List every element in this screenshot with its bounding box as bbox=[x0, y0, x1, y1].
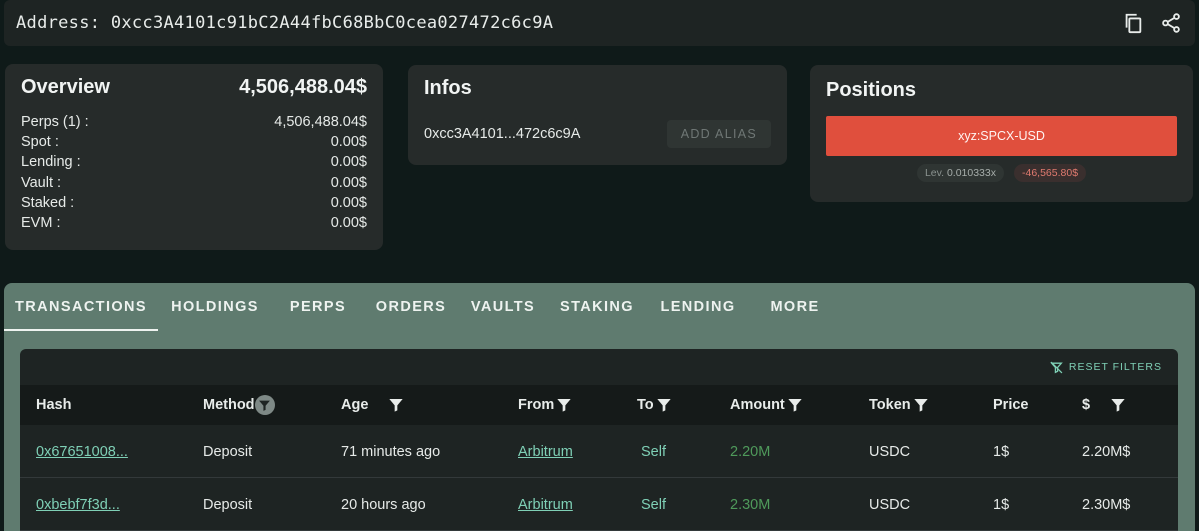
tab-orders[interactable]: ORDERS bbox=[364, 283, 458, 331]
tab-transactions[interactable]: TRANSACTIONS bbox=[4, 283, 158, 331]
tab-holdings[interactable]: HOLDINGS bbox=[158, 283, 272, 331]
table-row: 0xbebf7f3d... Deposit 20 hours ago Arbit… bbox=[20, 478, 1178, 531]
infos-address: 0xcc3A4101...472c6c9A bbox=[424, 126, 581, 142]
overview-total: 4,506,488.04$ bbox=[239, 76, 367, 98]
overview-row-vault: Vault : 0.00$ bbox=[21, 173, 367, 193]
table-row: 0x67651008... Deposit 71 minutes ago Arb… bbox=[20, 425, 1178, 478]
to-filter-icon[interactable] bbox=[656, 397, 672, 413]
overview-value: 0.00$ bbox=[330, 214, 367, 231]
tab-more[interactable]: MORE bbox=[750, 283, 840, 331]
token-filter-icon[interactable] bbox=[913, 397, 929, 413]
overview-row-evm: EVM : 0.00$ bbox=[21, 213, 367, 233]
token-cell: USDC bbox=[869, 496, 911, 513]
position-chips: Lev. 0.010333x -46,565.80$ bbox=[826, 164, 1177, 182]
add-alias-button[interactable]: ADD ALIAS bbox=[666, 120, 771, 148]
hash-link[interactable]: 0x67651008... bbox=[36, 425, 128, 478]
filter-off-icon bbox=[1050, 361, 1063, 373]
column-method: Method bbox=[203, 385, 275, 425]
amount-filter-icon[interactable] bbox=[787, 397, 803, 413]
positions-card: Positions xyz:SPCX-USD Lev. 0.010333x -4… bbox=[810, 65, 1193, 202]
overview-value: 0.00$ bbox=[330, 174, 367, 191]
overview-label: Spot : bbox=[21, 134, 59, 151]
overview-title: Overview bbox=[21, 76, 110, 98]
hash-link[interactable]: 0xbebf7f3d... bbox=[36, 478, 120, 531]
column-to: To bbox=[637, 385, 672, 425]
column-amount: Amount bbox=[730, 385, 803, 425]
overview-label: Vault : bbox=[21, 174, 62, 191]
usd-cell: 2.30M$ bbox=[1082, 496, 1131, 513]
tab-lending[interactable]: LENDING bbox=[646, 283, 750, 331]
age-filter-icon[interactable] bbox=[388, 397, 404, 413]
overview-rows: Perps (1) : 4,506,488.04$ Spot : 0.00$ L… bbox=[21, 112, 367, 233]
amount-cell: 2.30M bbox=[730, 496, 771, 513]
overview-label: Perps (1) : bbox=[21, 114, 89, 130]
overview-value: 4,506,488.04$ bbox=[274, 114, 367, 130]
infos-title: Infos bbox=[424, 77, 472, 99]
method-filter-icon[interactable] bbox=[254, 395, 275, 415]
column-age: Age bbox=[341, 385, 404, 425]
overview-row-staked: Staked : 0.00$ bbox=[21, 193, 367, 213]
tab-perps[interactable]: PERPS bbox=[272, 283, 364, 331]
transactions-table: RESET FILTERS Hash Method Age From To Am… bbox=[20, 349, 1178, 531]
column-from: From bbox=[518, 385, 572, 425]
tabs-panel: TRANSACTIONS HOLDINGS PERPS ORDERS VAULT… bbox=[4, 283, 1195, 531]
column-price: Price bbox=[993, 397, 1029, 413]
tab-staking[interactable]: STAKING bbox=[548, 283, 646, 331]
overview-label: Staked : bbox=[21, 194, 75, 211]
overview-value: 0.00$ bbox=[330, 194, 367, 211]
reset-filters-label: RESET FILTERS bbox=[1068, 361, 1162, 373]
usd-cell: 2.20M$ bbox=[1082, 443, 1131, 460]
usd-filter-icon[interactable] bbox=[1110, 397, 1126, 413]
positions-title: Positions bbox=[826, 79, 917, 101]
method-cell: Deposit bbox=[203, 496, 253, 513]
leverage-value: 0.010333x bbox=[946, 167, 996, 179]
token-cell: USDC bbox=[869, 443, 911, 460]
leverage-label: Lev. bbox=[924, 167, 945, 179]
infos-card: Infos 0xcc3A4101...472c6c9A ADD ALIAS bbox=[408, 65, 787, 165]
pnl-chip: -46,565.80$ bbox=[1013, 164, 1087, 182]
position-bar[interactable]: xyz:SPCX-USD bbox=[826, 116, 1177, 156]
overview-row-perps: Perps (1) : 4,506,488.04$ bbox=[21, 112, 367, 132]
address-actions bbox=[1121, 11, 1183, 35]
overview-label: Lending : bbox=[21, 154, 81, 171]
overview-card: Overview 4,506,488.04$ Perps (1) : 4,506… bbox=[5, 64, 383, 250]
to-cell: Self bbox=[641, 443, 666, 460]
share-icon[interactable] bbox=[1159, 11, 1183, 35]
copy-icon[interactable] bbox=[1121, 11, 1145, 35]
reset-filters-button[interactable]: RESET FILTERS bbox=[1050, 361, 1162, 374]
overview-value: 0.00$ bbox=[330, 134, 367, 151]
column-usd: $ bbox=[1082, 385, 1126, 425]
address-label: Address: 0xcc3A4101c91bC2A44fbC68BbC0cea… bbox=[16, 13, 554, 33]
price-cell: 1$ bbox=[993, 443, 1010, 460]
overview-row-spot: Spot : 0.00$ bbox=[21, 132, 367, 152]
age-cell: 20 hours ago bbox=[341, 496, 426, 513]
address-bar: Address: 0xcc3A4101c91bC2A44fbC68BbC0cea… bbox=[4, 0, 1195, 46]
from-link[interactable]: Arbitrum bbox=[518, 478, 573, 531]
overview-value: 0.00$ bbox=[330, 154, 367, 171]
price-cell: 1$ bbox=[993, 496, 1010, 513]
tab-vaults[interactable]: VAULTS bbox=[458, 283, 548, 331]
age-cell: 71 minutes ago bbox=[341, 443, 441, 460]
overview-label: EVM : bbox=[21, 214, 61, 231]
to-cell: Self bbox=[641, 496, 666, 513]
column-token: Token bbox=[869, 385, 929, 425]
amount-cell: 2.20M bbox=[730, 443, 771, 460]
table-header: Hash Method Age From To Amount Token Pri… bbox=[20, 385, 1178, 425]
column-hash: Hash bbox=[36, 397, 72, 413]
tab-bar: TRANSACTIONS HOLDINGS PERPS ORDERS VAULT… bbox=[4, 283, 1195, 331]
overview-row-lending: Lending : 0.00$ bbox=[21, 152, 367, 172]
leverage-chip: Lev. 0.010333x bbox=[916, 164, 1004, 182]
from-link[interactable]: Arbitrum bbox=[518, 425, 573, 478]
method-cell: Deposit bbox=[203, 443, 253, 460]
from-filter-icon[interactable] bbox=[556, 397, 572, 413]
